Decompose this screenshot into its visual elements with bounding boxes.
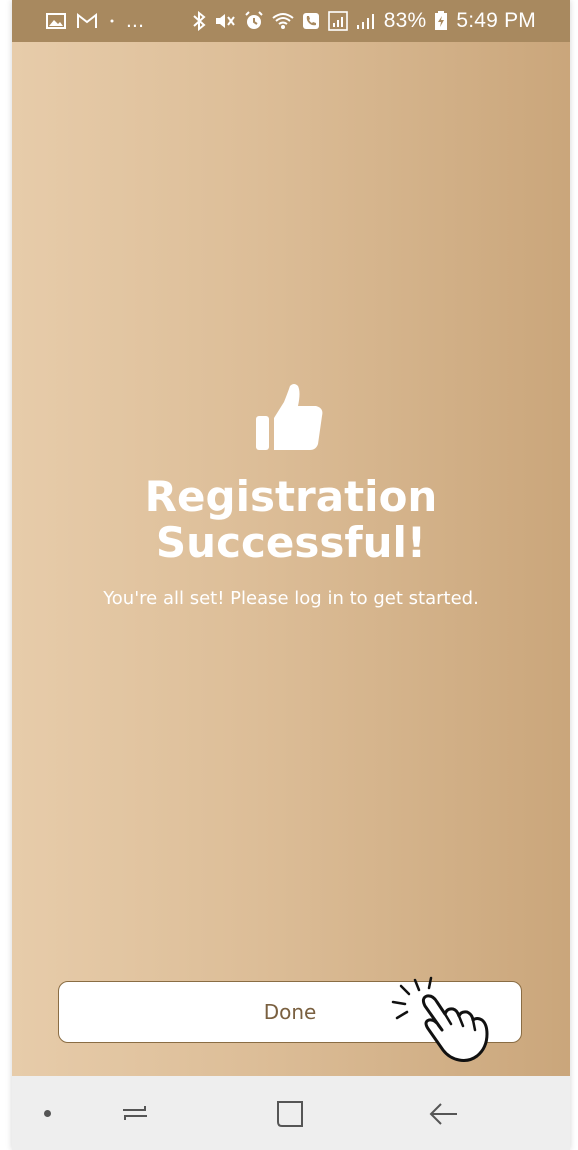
status-bar: ... 83% 5:49 PM <box>12 0 570 42</box>
status-overflow-dots: ... <box>126 9 145 32</box>
success-title: Registration Successful! <box>12 474 570 566</box>
status-bar-system: 83% 5:49 PM <box>192 0 536 42</box>
signal-bars-icon <box>356 12 376 30</box>
home-icon[interactable] <box>274 1098 306 1130</box>
status-bar-notifications: ... <box>46 9 144 33</box>
recent-apps-icon[interactable] <box>117 1098 153 1128</box>
battery-charging-icon <box>434 11 448 31</box>
gmail-icon <box>76 12 98 30</box>
phone-icon <box>302 12 320 30</box>
done-button[interactable]: Done <box>58 981 522 1043</box>
nav-dot-icon <box>44 1110 51 1117</box>
bluetooth-icon <box>192 11 206 31</box>
signal-box-icon <box>327 11 348 31</box>
done-button-label: Done <box>263 1000 317 1024</box>
alarm-icon <box>244 11 264 31</box>
dot-icon <box>108 17 116 25</box>
gallery-icon <box>46 12 66 30</box>
phone-screen: ... 83% 5:49 PM Registration Successful!… <box>12 0 570 1150</box>
status-time: 5:49 PM <box>456 9 536 32</box>
wifi-icon <box>272 12 294 30</box>
mute-icon <box>214 11 236 31</box>
success-message: You're all set! Please log in to get sta… <box>103 588 479 609</box>
title-line-2: Successful! <box>155 518 427 567</box>
title-line-1: Registration <box>144 472 438 521</box>
thumbs-up-icon <box>256 384 323 450</box>
success-screen: Registration Successful! You're all set!… <box>12 42 570 1076</box>
back-icon[interactable] <box>427 1100 461 1128</box>
navigation-bar <box>12 1076 570 1150</box>
battery-percent: 83% <box>383 9 427 32</box>
